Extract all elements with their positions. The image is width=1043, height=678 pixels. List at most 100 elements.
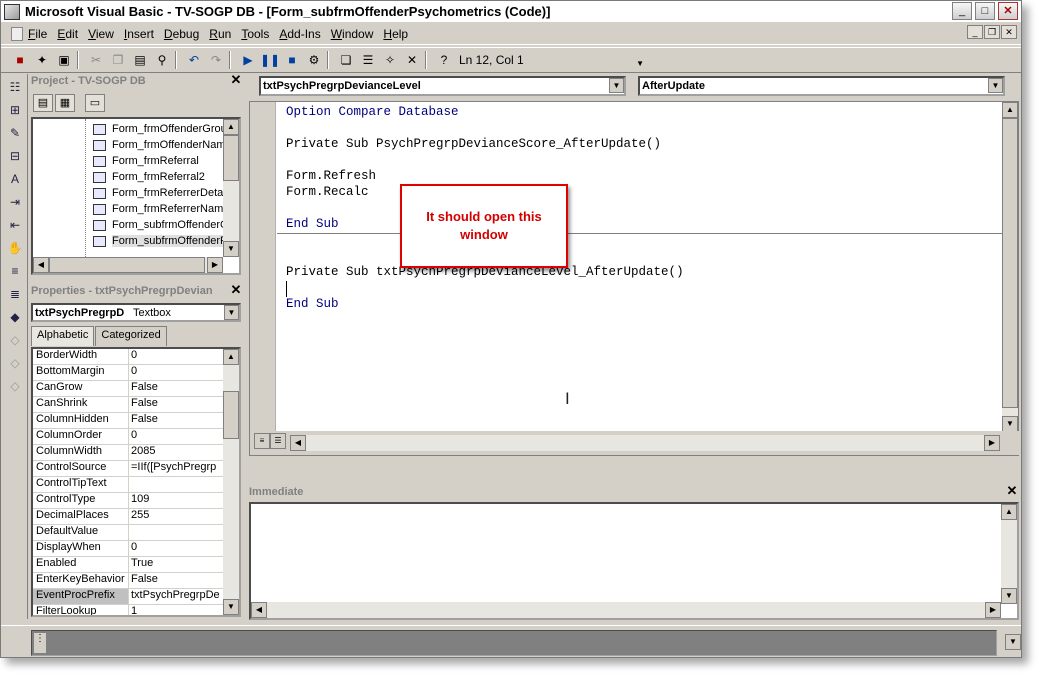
full-module-view-icon[interactable]: ☰ <box>270 433 286 449</box>
mdi-close-button[interactable]: ✕ <box>1001 25 1017 39</box>
code-vertical-scrollbar[interactable]: ▲ ▼ <box>1002 102 1018 432</box>
scroll-thumb[interactable] <box>223 135 239 181</box>
menu-run[interactable]: Run <box>204 27 236 41</box>
project-horizontal-scrollbar[interactable]: ◀ ▶ <box>33 257 223 273</box>
property-row[interactable]: ControlSource =IIf([PsychPregrp <box>33 461 223 477</box>
property-row[interactable]: DecimalPlaces 255 <box>33 509 223 525</box>
grip-icon[interactable]: ⋮ <box>34 633 46 653</box>
copy-icon[interactable]: ❐ <box>109 51 127 69</box>
scroll-right-icon[interactable]: ▶ <box>207 257 223 273</box>
immediate-input[interactable]: ▲ ▼ ◀ ▶ <box>249 502 1019 620</box>
minimize-button[interactable]: _ <box>952 2 972 20</box>
property-value[interactable]: 2085 <box>129 445 221 460</box>
scroll-up-icon[interactable]: ▲ <box>1001 504 1017 520</box>
property-value[interactable]: 0 <box>129 365 221 380</box>
object-selector[interactable]: txtPsychPregrpD Textbox ▼ <box>31 303 241 322</box>
save-icon[interactable]: ▣ <box>55 51 73 69</box>
property-row-selected[interactable]: EventProcPrefix txtPsychPregrpDe <box>33 589 223 605</box>
properties-vertical-scrollbar[interactable]: ▲ ▼ <box>223 349 239 615</box>
code-line[interactable]: End Sub <box>286 297 339 313</box>
run-icon[interactable]: ▶ <box>239 51 257 69</box>
scroll-down-icon[interactable]: ▼ <box>223 599 239 615</box>
code-line[interactable]: Option Compare Database <box>286 105 459 121</box>
maximize-button[interactable]: □ <box>975 2 995 20</box>
property-row[interactable]: BorderWidth 0 <box>33 349 223 365</box>
scroll-thumb[interactable] <box>223 391 239 439</box>
design-mode-icon[interactable]: ⚙ <box>305 51 323 69</box>
find-icon[interactable]: ⚲ <box>153 51 171 69</box>
scroll-thumb[interactable] <box>49 257 205 273</box>
access-icon[interactable]: ■ <box>11 51 29 69</box>
scroll-right-icon[interactable]: ▶ <box>985 602 1001 618</box>
toggle-bookmark-icon[interactable]: ◆ <box>5 307 25 327</box>
property-value[interactable]: =IIf([PsychPregrp <box>129 461 221 476</box>
project-explorer-icon[interactable]: ❏ <box>337 51 355 69</box>
property-row[interactable]: Enabled True <box>33 557 223 573</box>
tree-item[interactable]: Form_frmReferral <box>93 153 199 169</box>
property-value[interactable]: 0 <box>129 429 221 444</box>
chevron-down-icon[interactable]: ▼ <box>988 78 1003 93</box>
immediate-vertical-scrollbar[interactable]: ▲ ▼ <box>1001 504 1017 604</box>
properties-pane-close-icon[interactable]: ✕ <box>229 283 243 297</box>
menu-file[interactable]: File <box>23 27 52 41</box>
scroll-up-icon[interactable]: ▲ <box>223 349 239 365</box>
property-value[interactable]: 255 <box>129 509 221 524</box>
property-value[interactable]: True <box>129 557 221 572</box>
property-value[interactable]: False <box>129 413 221 428</box>
scroll-thumb[interactable] <box>1002 118 1018 408</box>
property-value[interactable]: 0 <box>129 541 221 556</box>
property-row[interactable]: BottomMargin 0 <box>33 365 223 381</box>
menu-edit[interactable]: Edit <box>52 27 83 41</box>
property-row[interactable]: DefaultValue <box>33 525 223 541</box>
list-properties-icon[interactable]: ☷ <box>5 77 25 97</box>
menu-tools[interactable]: Tools <box>236 27 274 41</box>
tree-item[interactable]: Form_subfrmOffenderG <box>93 217 229 233</box>
help-icon[interactable]: ? <box>435 51 453 69</box>
property-value[interactable] <box>129 525 221 540</box>
tree-item[interactable]: Form_frmOffenderGroup <box>93 121 233 137</box>
mdi-minimize-button[interactable]: _ <box>967 25 983 39</box>
scroll-left-icon[interactable]: ◀ <box>33 257 49 273</box>
menu-add-ins[interactable]: Add-Ins <box>274 27 325 41</box>
view-code-icon[interactable]: ▤ <box>33 94 53 112</box>
property-value[interactable]: False <box>129 397 221 412</box>
project-pane-close-icon[interactable]: ✕ <box>229 73 243 87</box>
reset-icon[interactable]: ■ <box>283 51 301 69</box>
toolbar-options-icon[interactable]: ▼ <box>636 59 644 68</box>
property-value[interactable]: False <box>129 381 221 396</box>
properties-icon[interactable]: ☰ <box>359 51 377 69</box>
paste-icon[interactable]: ▤ <box>131 51 149 69</box>
scroll-down-icon[interactable]: ▼ <box>223 241 239 257</box>
comment-block-icon[interactable]: ≡ <box>5 261 25 281</box>
tree-item[interactable]: Form_frmReferrerDetail <box>93 185 228 201</box>
previous-bookmark-icon[interactable]: ◇ <box>5 353 25 373</box>
code-line[interactable]: Form.Recalc <box>286 185 369 201</box>
property-value[interactable] <box>129 477 221 492</box>
code-window-icon[interactable] <box>11 26 23 41</box>
scroll-left-icon[interactable]: ◀ <box>290 435 306 451</box>
property-row[interactable]: FilterLookup 1 <box>33 605 223 615</box>
code-horizontal-scrollbar[interactable]: ◀ ▶ <box>290 435 1000 451</box>
scroll-up-icon[interactable]: ▲ <box>223 119 239 135</box>
property-value[interactable]: 1 <box>129 605 221 615</box>
scroll-down-icon[interactable]: ▼ <box>1005 634 1021 650</box>
property-row[interactable]: CanGrow False <box>33 381 223 397</box>
undo-icon[interactable]: ↶ <box>185 51 203 69</box>
code-editor[interactable]: Option Compare Database Private Sub Psyc… <box>249 101 1020 456</box>
clear-bookmarks-icon[interactable]: ◇ <box>5 376 25 396</box>
property-value[interactable]: 0 <box>129 349 221 364</box>
property-value[interactable]: False <box>129 573 221 588</box>
scroll-down-icon[interactable]: ▼ <box>1001 588 1017 604</box>
quick-info-icon[interactable]: ✎ <box>5 123 25 143</box>
procedure-combo[interactable]: AfterUpdate ▼ <box>638 76 1005 96</box>
property-row[interactable]: CanShrink False <box>33 397 223 413</box>
project-vertical-scrollbar[interactable]: ▲ ▼ <box>223 119 239 257</box>
code-line[interactable]: Private Sub PsychPregrpDevianceScore_Aft… <box>286 137 661 153</box>
property-value[interactable]: 109 <box>129 493 221 508</box>
property-row[interactable]: ColumnHidden False <box>33 413 223 429</box>
vba-app-icon[interactable] <box>4 3 20 20</box>
mdi-restore-button[interactable]: ❐ <box>984 25 1000 39</box>
menu-help[interactable]: Help <box>378 27 413 41</box>
next-bookmark-icon[interactable]: ◇ <box>5 330 25 350</box>
menu-debug[interactable]: Debug <box>159 27 204 41</box>
